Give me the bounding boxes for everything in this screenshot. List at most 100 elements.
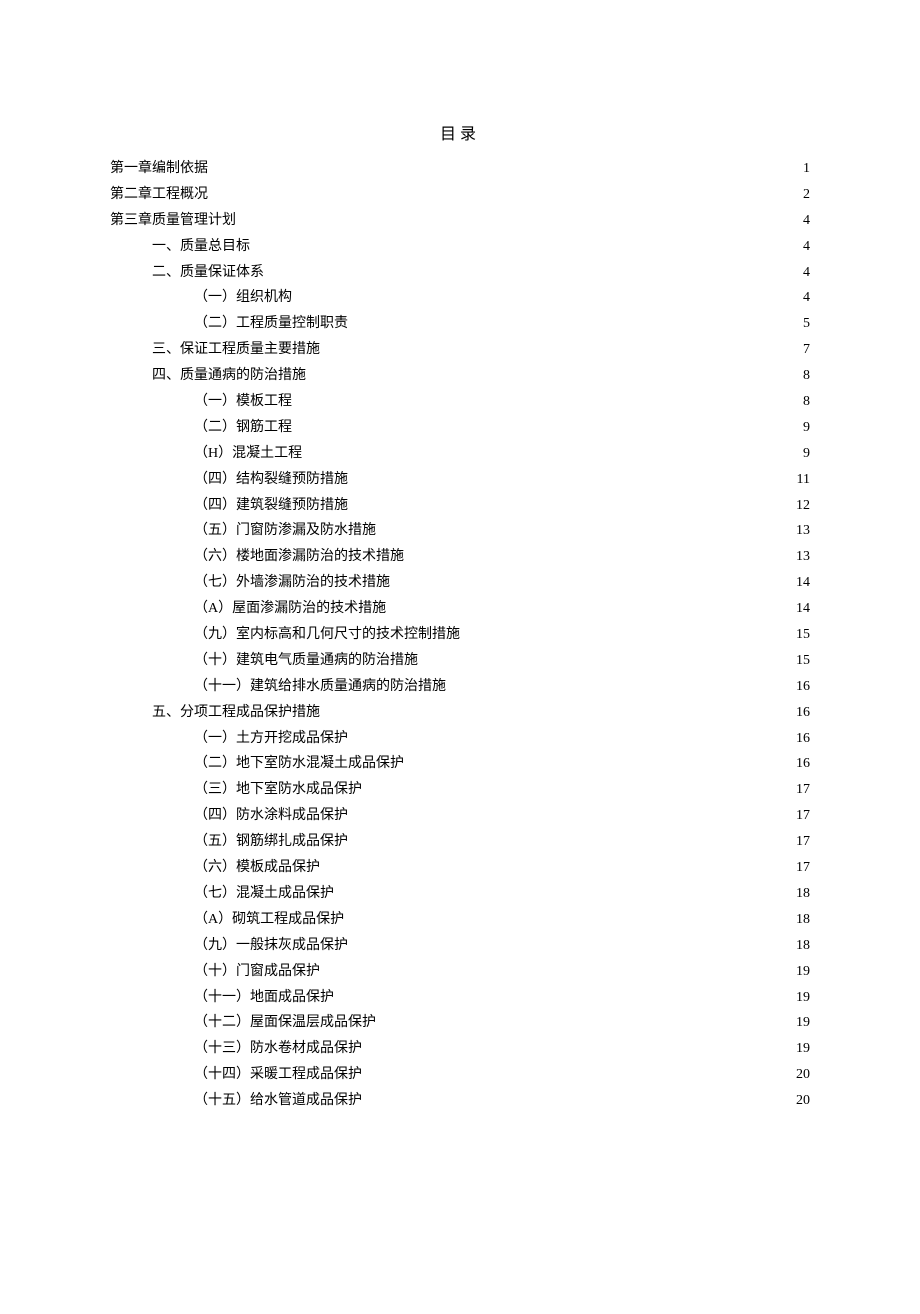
toc-entry: （二）地下室防水混凝土成品保护 16 <box>110 751 810 777</box>
toc-leader-dots <box>210 158 788 172</box>
toc-entry: 三、保证工程质量主要措施 7 <box>110 337 810 363</box>
toc-entry: （四）建筑裂缝预防措施 12 <box>110 493 810 519</box>
toc-entry: （五）门窗防渗漏及防水措施 13 <box>110 518 810 544</box>
toc-entry-label: （十一）建筑给排水质量通病的防治措施 <box>194 674 446 700</box>
toc-entry: （九）一般抹灰成品保护 18 <box>110 933 810 959</box>
toc-entry: （六）模板成品保护 17 <box>110 855 810 881</box>
toc-leader-dots <box>364 1090 788 1104</box>
toc-entry-page: 7 <box>790 337 810 363</box>
toc-entry: （二）钢筋工程 9 <box>110 415 810 441</box>
toc-entry: （六）楼地面渗漏防治的技术措施13 <box>110 544 810 570</box>
toc-entry: 二、质量保证体系4 <box>110 260 810 286</box>
toc-entry-page: 16 <box>790 674 810 700</box>
toc-entry-page: 4 <box>790 285 810 311</box>
toc-entry-page: 17 <box>790 829 810 855</box>
toc-entry-label: 第三章质量管理计划 <box>110 208 236 234</box>
toc-leader-dots <box>364 1038 788 1052</box>
toc-entry: （十一）地面成品保护 19 <box>110 985 810 1011</box>
toc-entry-page: 15 <box>790 648 810 674</box>
toc-entry-page: 20 <box>790 1088 810 1114</box>
toc-entry-label: （四）建筑裂缝预防措施 <box>194 493 348 519</box>
toc-leader-dots <box>462 624 788 638</box>
toc-entry-label: （九）一般抹灰成品保护 <box>194 933 348 959</box>
toc-entry-page: 5 <box>790 311 810 337</box>
toc-entry: （一）组织机构 4 <box>110 285 810 311</box>
toc-entry: （十四）采暖工程成品保护20 <box>110 1062 810 1088</box>
toc-leader-dots <box>294 417 788 431</box>
toc-entry-label: 五、分项工程成品保护措施 <box>152 700 320 726</box>
toc-leader-dots <box>346 909 788 923</box>
toc-entry: （四）防水涂料成品保护17 <box>110 803 810 829</box>
toc-entry-label: （十三）防水卷材成品保护 <box>194 1036 362 1062</box>
toc-entry-page: 15 <box>790 622 810 648</box>
toc-leader-dots <box>350 313 788 327</box>
toc-entry-page: 1 <box>790 156 810 182</box>
toc-entry-page: 19 <box>790 959 810 985</box>
toc-leader-dots <box>392 572 788 586</box>
toc-entry: （A）屋面渗漏防治的技术措施14 <box>110 596 810 622</box>
toc-entry-label: （四）结构裂缝预防措施 <box>194 467 348 493</box>
toc-entry-label: 第一章编制依据 <box>110 156 208 182</box>
toc-entry-label: （二）地下室防水混凝土成品保护 <box>194 751 404 777</box>
toc-entry: （十二）屋面保温层成品保护 19 <box>110 1010 810 1036</box>
toc-entry-page: 14 <box>790 570 810 596</box>
toc-entry-page: 12 <box>790 493 810 519</box>
toc-entry-page: 17 <box>790 855 810 881</box>
toc-leader-dots <box>406 546 788 560</box>
toc-entry-page: 16 <box>790 751 810 777</box>
toc-entry-label: （六）模板成品保护 <box>194 855 320 881</box>
toc-entry-label: （十四）采暖工程成品保护 <box>194 1062 362 1088</box>
toc-entry-page: 19 <box>790 1036 810 1062</box>
toc-leader-dots <box>364 779 788 793</box>
toc-entry-page: 18 <box>790 933 810 959</box>
toc-entry: （七）外墙渗漏防治的技术措施14 <box>110 570 810 596</box>
toc-leader-dots <box>406 753 788 767</box>
toc-entry-page: 17 <box>790 803 810 829</box>
toc-entry-page: 2 <box>790 182 810 208</box>
toc-entry: （四）结构裂缝预防措施11 <box>110 467 810 493</box>
toc-leader-dots <box>308 365 788 379</box>
toc-title: 目录 <box>110 120 810 144</box>
toc-leader-dots <box>322 961 788 975</box>
toc-entry-label: （九）室内标高和几何尺寸的技术控制措施 <box>194 622 460 648</box>
toc-entry-page: 8 <box>790 389 810 415</box>
toc-list: 第一章编制依据1第二章工程概况2第三章质量管理计划4一、质量总目标4二、质量保证… <box>110 156 810 1114</box>
toc-entry-label: 一、质量总目标 <box>152 234 250 260</box>
toc-entry-label: （十五）给水管道成品保护 <box>194 1088 362 1114</box>
toc-entry-label: （十二）屋面保温层成品保护 <box>194 1010 376 1036</box>
toc-leader-dots <box>252 236 788 250</box>
toc-entry-label: （一）组织机构 <box>194 285 292 311</box>
toc-entry-label: （H）混凝土工程 <box>194 441 302 467</box>
toc-leader-dots <box>322 702 788 716</box>
toc-entry-label: （五）门窗防渗漏及防水措施 <box>194 518 376 544</box>
toc-leader-dots <box>304 443 788 457</box>
toc-entry-page: 17 <box>790 777 810 803</box>
toc-entry-label: （二）工程质量控制职责 <box>194 311 348 337</box>
toc-entry-label: （A）砌筑工程成品保护 <box>194 907 344 933</box>
toc-entry: 五、分项工程成品保护措施16 <box>110 700 810 726</box>
toc-entry-page: 19 <box>790 985 810 1011</box>
toc-entry-page: 4 <box>790 234 810 260</box>
toc-entry: 四、质量通病的防治措施8 <box>110 363 810 389</box>
toc-entry-label: 三、保证工程质量主要措施 <box>152 337 320 363</box>
toc-entry-page: 19 <box>790 1010 810 1036</box>
toc-leader-dots <box>350 805 788 819</box>
toc-leader-dots <box>350 728 788 742</box>
toc-entry-page: 4 <box>790 260 810 286</box>
toc-entry: （十五）给水管道成品保护 20 <box>110 1088 810 1114</box>
toc-entry-label: （一）模板工程 <box>194 389 292 415</box>
toc-entry-page: 9 <box>790 441 810 467</box>
toc-entry-label: （二）钢筋工程 <box>194 415 292 441</box>
toc-entry-page: 8 <box>790 363 810 389</box>
toc-leader-dots <box>210 184 788 198</box>
toc-leader-dots <box>364 1064 788 1078</box>
toc-entry-page: 9 <box>790 415 810 441</box>
toc-entry: （九）室内标高和几何尺寸的技术控制措施 15 <box>110 622 810 648</box>
toc-leader-dots <box>322 339 788 353</box>
toc-entry-label: （十一）地面成品保护 <box>194 985 334 1011</box>
toc-entry-label: （十）建筑电气质量通病的防治措施 <box>194 648 418 674</box>
toc-entry-page: 13 <box>790 518 810 544</box>
toc-entry: （一）模板工程 8 <box>110 389 810 415</box>
toc-leader-dots <box>294 287 788 301</box>
toc-entry-label: （A）屋面渗漏防治的技术措施 <box>194 596 386 622</box>
